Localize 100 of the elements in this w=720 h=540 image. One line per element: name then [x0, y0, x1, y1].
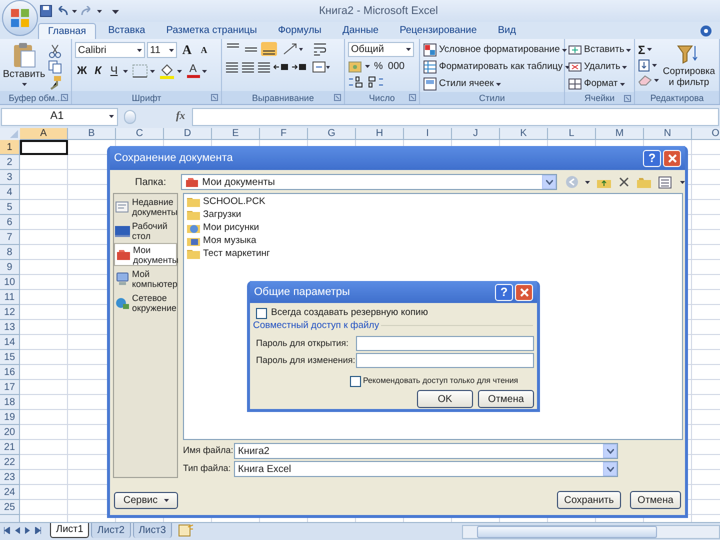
underline-button[interactable]: Ч — [107, 63, 121, 79]
column-header[interactable]: B — [68, 128, 116, 140]
cancel-button[interactable]: Отмена — [630, 491, 681, 509]
grid-cell[interactable] — [20, 305, 68, 320]
back-icon[interactable] — [565, 175, 579, 189]
checkbox[interactable] — [256, 308, 267, 318]
grid-cell[interactable] — [20, 425, 68, 440]
row-header[interactable]: 23 — [0, 470, 20, 485]
undo-icon[interactable] — [56, 6, 68, 16]
close-button[interactable] — [515, 284, 533, 300]
format-cells-button[interactable]: Формат — [568, 76, 632, 92]
grid-cell[interactable] — [20, 365, 68, 380]
align-bottom-icon[interactable] — [261, 42, 277, 56]
grid-cell[interactable] — [20, 380, 68, 395]
password-field[interactable] — [356, 336, 534, 351]
row-header[interactable]: 18 — [0, 395, 20, 410]
row-header[interactable]: 19 — [0, 410, 20, 425]
row-header[interactable]: 4 — [0, 185, 20, 200]
increase-decimal-icon[interactable] — [348, 76, 364, 88]
align-right-icon[interactable] — [257, 61, 271, 73]
bold-button[interactable]: Ж — [75, 63, 89, 79]
decrease-indent-icon[interactable] — [273, 61, 289, 73]
checkbox[interactable] — [350, 376, 361, 386]
grid-cell[interactable] — [20, 290, 68, 305]
row-header[interactable]: 5 — [0, 200, 20, 215]
grid-cell[interactable] — [20, 230, 68, 245]
grid-cell[interactable] — [20, 410, 68, 425]
sheet-tab[interactable]: Лист1 — [50, 523, 90, 538]
font-name-field[interactable]: Calibri — [75, 42, 145, 58]
row-header[interactable]: 9 — [0, 260, 20, 275]
conditional-format-button[interactable]: Условное форматирование — [423, 42, 570, 58]
row-header[interactable]: 20 — [0, 425, 20, 440]
row-header[interactable]: 8 — [0, 245, 20, 260]
font-size-field[interactable]: 11 — [147, 42, 177, 58]
row-header[interactable]: 22 — [0, 455, 20, 470]
tools-button[interactable]: Сервис — [114, 492, 178, 508]
row-header[interactable]: 21 — [0, 440, 20, 455]
help-button[interactable]: ? — [495, 284, 513, 300]
grid-cell[interactable] — [20, 245, 68, 260]
increase-indent-icon[interactable] — [291, 61, 307, 73]
redo-icon[interactable] — [81, 6, 93, 16]
row-header[interactable] — [0, 515, 20, 522]
dialog-launcher-icon[interactable] — [61, 94, 68, 102]
next-sheet-icon[interactable] — [25, 527, 30, 534]
autosum-button[interactable]: Σ — [638, 42, 659, 57]
ribbon-tab[interactable]: Рецензирование — [390, 23, 486, 39]
sort-filter-button[interactable]: Сортировка и фильтр — [662, 42, 716, 88]
grid-cell[interactable] — [20, 350, 68, 365]
sheet-tab[interactable]: Лист2 — [91, 523, 131, 538]
place-item[interactable]: Недавние документы — [114, 195, 177, 218]
customize-caret-icon[interactable] — [112, 8, 119, 14]
fill-down-icon[interactable] — [638, 59, 650, 72]
row-header[interactable]: 17 — [0, 380, 20, 395]
file-item[interactable]: Мои рисунки — [186, 221, 260, 234]
formula-input[interactable] — [192, 108, 719, 126]
previous-sheet-icon[interactable] — [15, 527, 20, 534]
thousands-button[interactable]: 000 — [386, 59, 406, 74]
column-header[interactable]: I — [404, 128, 452, 140]
fill-color-icon[interactable] — [159, 64, 175, 78]
place-item[interactable]: Мои документы — [114, 243, 177, 266]
column-header[interactable]: N — [644, 128, 692, 140]
ribbon-tab[interactable]: Формулы — [268, 23, 330, 39]
folder-field[interactable]: Мои документы — [181, 174, 557, 190]
views-icon[interactable] — [658, 176, 674, 188]
wrap-text-icon[interactable] — [312, 42, 328, 56]
merge-cells-icon[interactable] — [312, 61, 330, 73]
file-item[interactable]: Тест маркетинг — [186, 247, 270, 260]
row-header[interactable]: 25 — [0, 500, 20, 515]
percent-button[interactable]: % — [373, 59, 384, 74]
file-item[interactable]: Загрузки — [186, 208, 242, 221]
border-icon[interactable] — [132, 64, 148, 78]
new-folder-icon[interactable] — [636, 176, 652, 188]
grid-cell[interactable] — [20, 185, 68, 200]
number-format-field[interactable]: Общий — [348, 42, 414, 57]
grid-cell[interactable] — [20, 260, 68, 275]
place-item[interactable]: Рабочий стол — [114, 219, 177, 242]
column-header[interactable]: L — [548, 128, 596, 140]
close-button[interactable] — [663, 150, 681, 166]
decrease-decimal-icon[interactable] — [368, 76, 384, 88]
file-item[interactable]: Моя музыка — [186, 234, 256, 247]
dialog-launcher-icon[interactable] — [409, 94, 416, 102]
cell-cursor[interactable] — [20, 140, 68, 155]
column-header[interactable]: J — [452, 128, 500, 140]
column-header[interactable]: C — [116, 128, 164, 140]
row-header[interactable]: 15 — [0, 350, 20, 365]
file-item[interactable]: SCHOOL.PCK — [186, 195, 266, 208]
column-header[interactable]: G — [308, 128, 356, 140]
row-header[interactable]: 7 — [0, 230, 20, 245]
delete-cells-button[interactable]: Удалить — [568, 59, 632, 75]
select-all-corner[interactable] — [0, 128, 20, 140]
grow-font-button[interactable]: A — [179, 42, 195, 58]
cell-styles-button[interactable]: Стили ячеек — [423, 76, 570, 92]
grid-cell[interactable] — [20, 440, 68, 455]
file-name-field[interactable]: Книга2 — [234, 443, 618, 459]
insert-function-button[interactable]: fx — [176, 108, 186, 125]
row-header[interactable]: 3 — [0, 170, 20, 185]
row-header[interactable]: 13 — [0, 320, 20, 335]
grid-cell[interactable] — [20, 320, 68, 335]
new-sheet-icon[interactable] — [178, 524, 194, 537]
grid-cell[interactable] — [20, 455, 68, 470]
